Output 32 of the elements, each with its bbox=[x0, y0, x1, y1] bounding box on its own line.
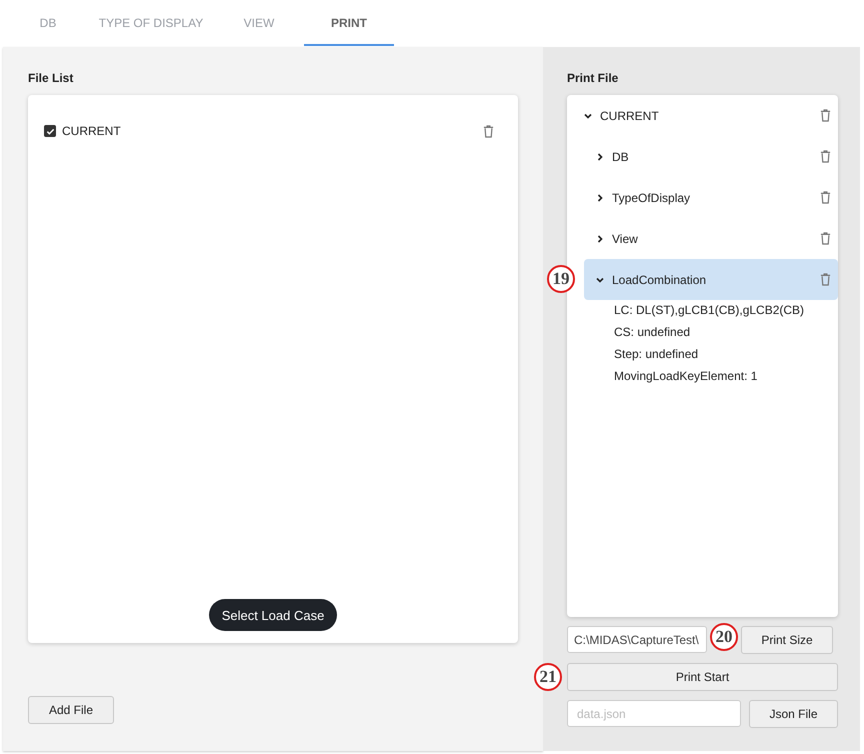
print-size-button[interactable]: Print Size bbox=[741, 626, 833, 654]
trash-icon[interactable] bbox=[820, 150, 831, 163]
callout-number: 21 bbox=[534, 663, 562, 691]
detail-text: MovingLoadKeyElement: 1 bbox=[613, 368, 758, 385]
panel-title: Print File bbox=[567, 71, 620, 87]
tree-label[interactable]: CURRENT bbox=[600, 108, 659, 122]
chevron-right-icon[interactable] bbox=[595, 192, 605, 202]
detail-text: LC: DL(ST),gLCB1(CB),gLCB2(CB) bbox=[613, 302, 806, 319]
trash-icon[interactable] bbox=[820, 232, 831, 245]
path-field[interactable]: C:\MIDAS\CaptureTest\ bbox=[567, 626, 707, 653]
trash-icon[interactable] bbox=[820, 109, 831, 122]
json-file-field[interactable]: data.json bbox=[567, 700, 741, 727]
tree-label[interactable]: DB bbox=[612, 150, 629, 164]
file-label: CURRENT bbox=[62, 124, 121, 138]
trash-icon[interactable] bbox=[820, 191, 831, 204]
tree-label[interactable]: TypeOfDisplay bbox=[612, 190, 690, 204]
chevron-right-icon[interactable] bbox=[595, 234, 605, 244]
panel-title: File List bbox=[28, 71, 74, 87]
tree-label[interactable]: LoadCombination bbox=[612, 272, 706, 286]
select-load-case-button[interactable]: Select Load Case bbox=[208, 599, 338, 631]
callout-number: 19 bbox=[547, 265, 575, 293]
trash-icon[interactable] bbox=[483, 124, 494, 138]
checkbox[interactable] bbox=[44, 125, 56, 137]
trash-icon[interactable] bbox=[820, 273, 831, 286]
add-file-button[interactable]: Add File bbox=[28, 696, 114, 724]
chevron-right-icon[interactable] bbox=[595, 152, 605, 162]
detail-text: Step: undefined bbox=[613, 346, 700, 363]
print-start-button[interactable]: Print Start bbox=[567, 663, 838, 691]
tree-label[interactable]: View bbox=[612, 232, 638, 246]
json-file-button[interactable]: Json File bbox=[749, 700, 838, 728]
callout-number: 20 bbox=[710, 623, 738, 651]
detail-text: CS: undefined bbox=[613, 324, 692, 341]
